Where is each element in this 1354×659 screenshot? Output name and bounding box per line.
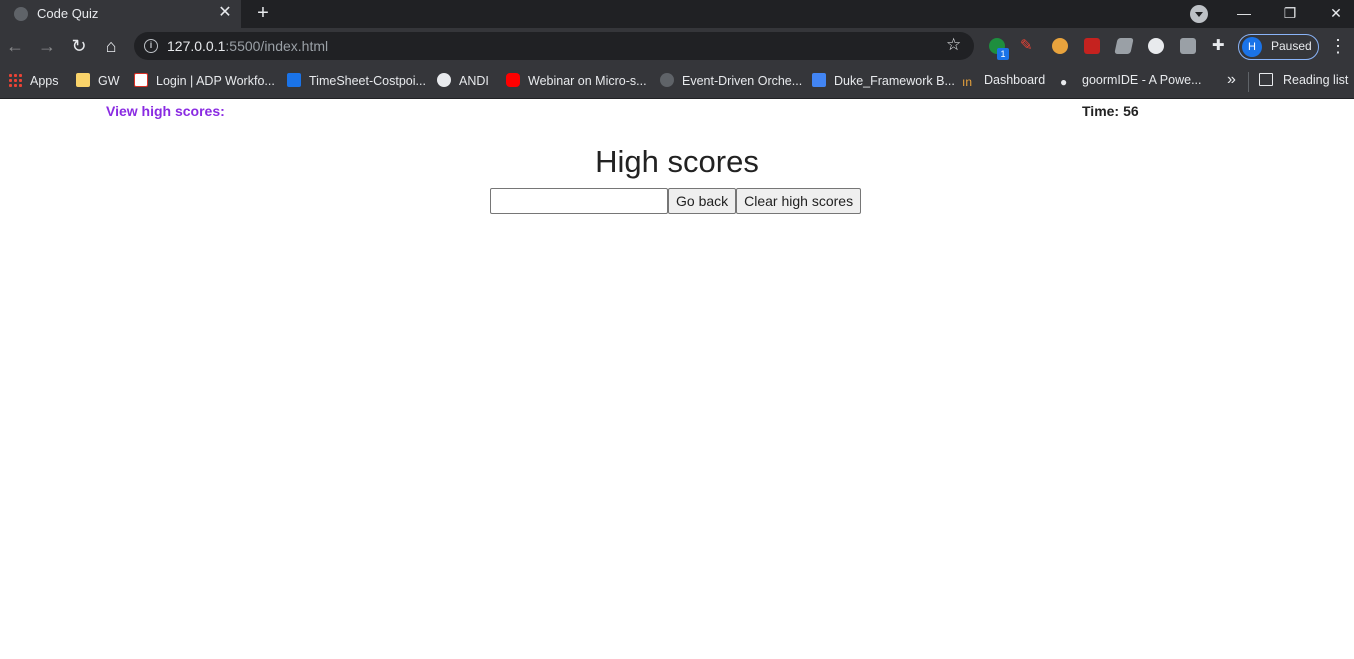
bookmark-goormide[interactable]: ● goormIDE - A Powe...	[1060, 73, 1202, 91]
extension-icon-circle[interactable]	[1148, 38, 1164, 54]
reading-list-icon	[1259, 73, 1273, 86]
site-info-icon[interactable]: i	[144, 39, 158, 53]
home-button[interactable]: ⌂	[100, 35, 122, 57]
folder-icon	[76, 73, 90, 87]
extensions-puzzle-icon[interactable]: ✚	[1212, 38, 1228, 54]
bookmark-label: Duke_Framework B...	[834, 74, 955, 88]
bookmark-label: Login | ADP Workfo...	[156, 74, 275, 88]
extension-icon-pen[interactable]: ✎	[1020, 38, 1036, 54]
url-text[interactable]: 127.0.0.1:5500/index.html	[167, 38, 328, 54]
bookmark-timesheet[interactable]: TimeSheet-Costpoi...	[287, 73, 426, 91]
extension-badge: 1	[997, 48, 1009, 60]
bookmark-star-icon[interactable]: ☆	[946, 35, 961, 55]
bookmark-gw[interactable]: GW	[76, 73, 120, 91]
profile-avatar: H	[1242, 37, 1262, 57]
back-button[interactable]: ←	[4, 35, 26, 57]
hexagon-icon	[660, 73, 674, 87]
new-tab-button[interactable]: +	[252, 2, 274, 24]
bookmark-label: Apps	[30, 74, 59, 88]
bookmark-webinar[interactable]: Webinar on Micro-s...	[506, 73, 647, 91]
bookmark-adp-login[interactable]: Login | ADP Workfo...	[134, 73, 275, 91]
extension-icon-owl[interactable]	[1052, 38, 1068, 54]
restore-button[interactable]: ❐	[1267, 0, 1313, 28]
address-bar[interactable]: i 127.0.0.1:5500/index.html ☆	[134, 32, 974, 60]
go-back-button[interactable]: Go back	[668, 188, 737, 214]
bookmarks-bar: Apps GW Login | ADP Workfo... TimeSheet-…	[0, 64, 1354, 99]
bookmark-label: ANDI	[459, 74, 489, 88]
profile-button[interactable]: H Paused	[1238, 34, 1319, 60]
bookmark-label: Event-Driven Orche...	[682, 74, 803, 88]
tab-search-icon[interactable]	[1190, 5, 1208, 23]
bookmark-label: GW	[98, 74, 120, 88]
reload-button[interactable]: ↻	[68, 35, 90, 57]
bookmark-label: Webinar on Micro-s...	[528, 74, 647, 88]
tab-title: Code Quiz	[37, 6, 99, 21]
page-title: High scores	[595, 144, 759, 179]
youtube-icon	[506, 73, 520, 87]
bookmark-andi[interactable]: ANDI	[437, 73, 489, 91]
timer-value: 56	[1123, 103, 1139, 119]
timesheet-icon	[287, 73, 301, 87]
high-score-controls: Go back Clear high scores	[490, 188, 862, 214]
browser-toolbar: ← → ↻ ⌂ i 127.0.0.1:5500/index.html ☆ 1 …	[0, 28, 1354, 64]
extension-icon-docs[interactable]	[1114, 38, 1134, 54]
browser-tab-active[interactable]: Code Quiz ✕	[0, 0, 241, 28]
globe-icon	[437, 73, 451, 87]
url-host: 127.0.0.1	[167, 38, 226, 54]
browser-menu-icon[interactable]: ⋮	[1329, 35, 1347, 57]
more-bookmarks-icon[interactable]: »	[1227, 71, 1236, 89]
bookmarks-divider	[1248, 72, 1249, 92]
person-icon: ●	[1060, 75, 1068, 89]
profile-status: Paused	[1271, 39, 1312, 53]
browser-titlebar: Code Quiz ✕ + — ❐ ✕	[0, 0, 1354, 28]
reading-list-label: Reading list	[1283, 73, 1349, 87]
bookmark-label: Dashboard	[984, 73, 1046, 87]
bookmark-event-driven[interactable]: Event-Driven Orche...	[660, 73, 802, 91]
doc-icon	[812, 73, 826, 87]
high-scores-input[interactable]	[490, 188, 668, 214]
forward-button[interactable]: →	[36, 35, 58, 57]
dashboard-icon: ın	[962, 75, 973, 89]
clear-high-scores-button[interactable]: Clear high scores	[736, 188, 862, 214]
timer-label: Time:	[1082, 103, 1120, 119]
adp-icon	[134, 73, 148, 87]
timer: Time: 56	[1082, 103, 1139, 119]
minimize-button[interactable]: —	[1221, 0, 1267, 28]
view-high-scores-link[interactable]: View high scores:	[106, 103, 225, 119]
reading-list-button[interactable]: Reading list	[1259, 73, 1348, 91]
bookmark-duke-framework[interactable]: Duke_Framework B...	[812, 73, 955, 91]
url-path: :5500/index.html	[225, 38, 329, 54]
page-content: View high scores: Time: 56 High scores Go…	[0, 100, 1354, 659]
close-tab-icon[interactable]: ✕	[216, 4, 234, 22]
bookmark-label: TimeSheet-Costpoi...	[309, 74, 426, 88]
close-window-button[interactable]: ✕	[1313, 0, 1354, 28]
printer-icon[interactable]	[1180, 38, 1196, 54]
apps-grid-icon	[8, 73, 22, 87]
bookmark-apps[interactable]: Apps	[8, 73, 59, 91]
pdf-extension-icon[interactable]	[1084, 38, 1100, 54]
bookmark-label: goormIDE - A Powe...	[1082, 73, 1202, 87]
bookmark-dashboard[interactable]: ın Dashboard	[962, 73, 1045, 91]
globe-icon	[14, 7, 28, 21]
